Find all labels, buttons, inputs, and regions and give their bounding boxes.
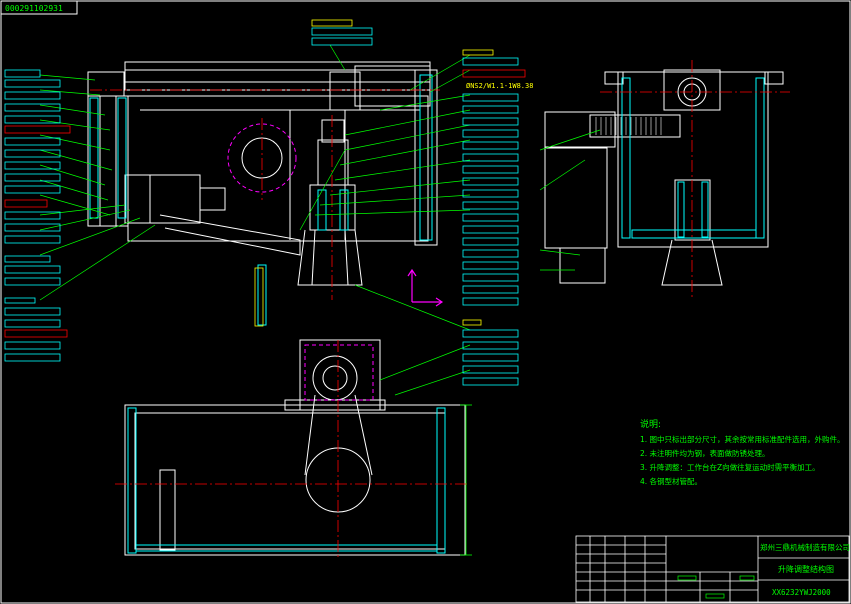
side-view-gear bbox=[595, 117, 662, 135]
part-label-boxes-center bbox=[311, 19, 526, 386]
part-label-boxes-left bbox=[4, 69, 71, 362]
top-view-centerlines bbox=[115, 340, 470, 560]
center-note: ØNS2/W1.1-1W8.38 bbox=[466, 82, 533, 90]
note-2: 2. 未注明件均为钢，表面做防锈处理。 bbox=[640, 448, 770, 458]
notes-title: 说明: bbox=[640, 418, 661, 430]
top-left-code: 000291102931 bbox=[5, 4, 63, 13]
top-view bbox=[124, 339, 466, 556]
note-1: 1. 图中只标出部分尺寸，其余按常用标准配件选用，外购件。 bbox=[640, 434, 845, 444]
technical-notes: 说明: 1. 图中只标出部分尺寸，其余按常用标准配件选用，外购件。 2. 未注明… bbox=[640, 418, 845, 486]
cad-drawing-canvas: 000291102931 ØNS2/W1.1-1W8.38 说明: 1. 图中只… bbox=[0, 0, 851, 604]
ucs-axis-icon bbox=[407, 268, 444, 307]
drawing-title: 升降调整结构图 bbox=[778, 564, 834, 574]
drawing-number: XX6232YWJ2000 bbox=[772, 588, 831, 597]
top-view-hidden-bracket bbox=[304, 344, 374, 401]
company-name: 郑州三鼎机械制造有限公司 bbox=[760, 542, 850, 552]
vertical-dimension-label bbox=[254, 267, 264, 327]
front-view bbox=[87, 61, 438, 286]
note-4: 4. 各钢型材管配。 bbox=[640, 476, 702, 486]
title-block-marks bbox=[677, 575, 755, 599]
top-view-section-walls bbox=[127, 407, 446, 554]
front-view-centerlines bbox=[90, 89, 440, 300]
side-view-section-walls bbox=[621, 77, 765, 239]
note-3: 3. 升降调整：工作台在Z向做往复运动时需平衡加工。 bbox=[640, 462, 820, 472]
side-view bbox=[544, 69, 784, 286]
front-view-section-walls bbox=[89, 74, 433, 326]
top-view-dimension bbox=[460, 404, 472, 556]
